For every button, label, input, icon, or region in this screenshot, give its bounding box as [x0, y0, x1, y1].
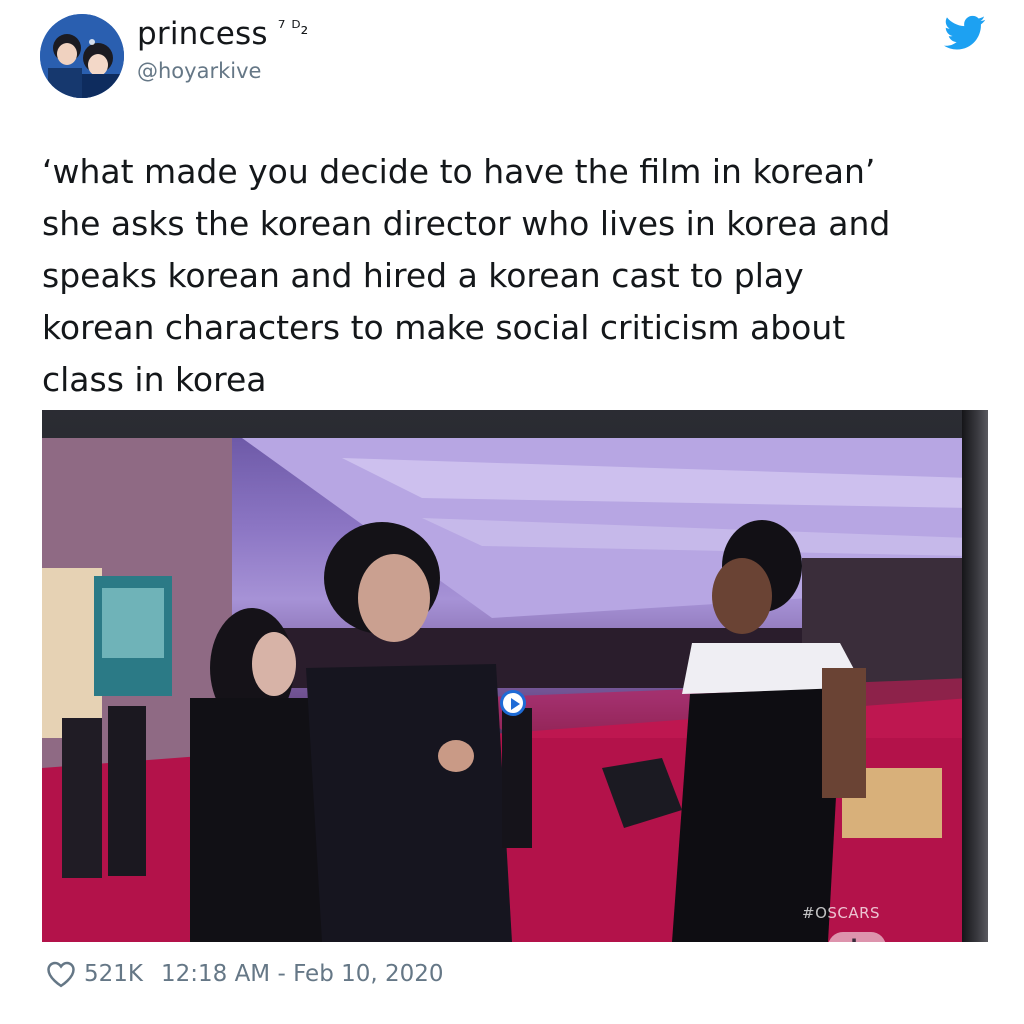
tweet-card: princess ⁷ ᴰ₂ @hoyarkive ‘what made you …	[0, 0, 1024, 1024]
avatar-photo-icon	[40, 14, 124, 98]
red-carpet-scene-illustration	[42, 438, 970, 942]
author-handle[interactable]: @hoyarkive	[137, 59, 261, 83]
tweet-text-line: korean characters to make social critici…	[42, 308, 846, 347]
tweet-text: ‘what made you decide to have the film i…	[42, 146, 992, 406]
tweet-media-photo[interactable]: #OSCARS abc	[42, 410, 988, 942]
tweet-footer: 521K 12:18 AM - Feb 10, 2020	[46, 956, 444, 992]
tweet-text-line: ‘what made you decide to have the film i…	[42, 152, 876, 191]
author-name-row[interactable]: princess ⁷ ᴰ₂	[137, 16, 308, 52]
author-avatar[interactable]	[40, 14, 124, 98]
broadcast-network-logo-text: abc	[837, 935, 877, 942]
tweet-text-line: she asks the korean director who lives i…	[42, 204, 891, 243]
tweet-text-line: class in korea	[42, 360, 267, 399]
heart-icon[interactable]	[46, 960, 76, 988]
broadcast-network-logo: abc	[828, 932, 886, 942]
tweet-text-line: speaks korean and hired a korean cast to…	[42, 256, 804, 295]
like-count[interactable]: 521K	[84, 961, 143, 987]
author-name-badge: ⁷ ᴰ₂	[277, 17, 309, 39]
tweet-timestamp[interactable]: 12:18 AM - Feb 10, 2020	[161, 961, 444, 987]
broadcast-hashtag-watermark: #OSCARS	[802, 904, 881, 922]
tv-bezel	[962, 410, 988, 942]
author-display-name[interactable]: princess	[137, 16, 268, 52]
twitter-bird-icon[interactable]	[944, 15, 986, 51]
tv-screen: #OSCARS abc	[42, 438, 970, 942]
live-indicator-icon	[500, 690, 526, 716]
